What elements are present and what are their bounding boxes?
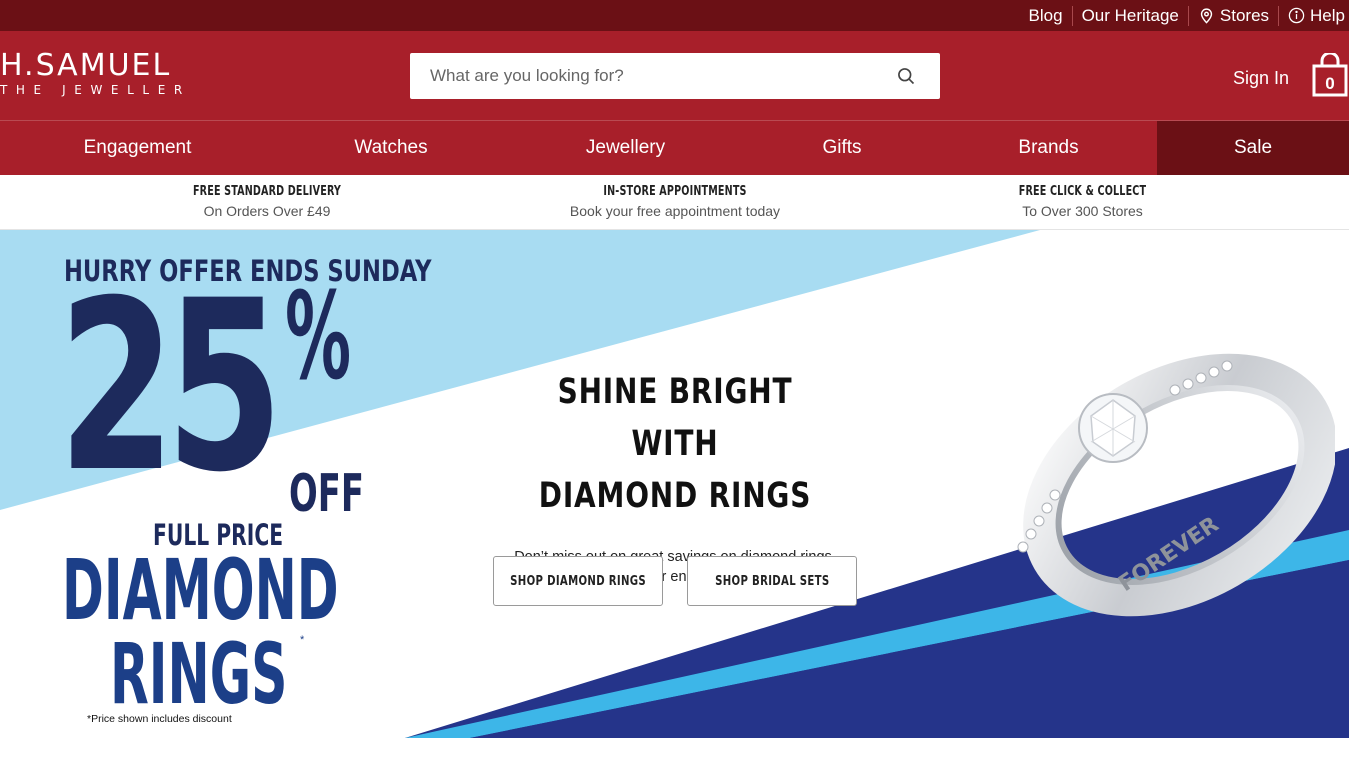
search-bar — [410, 53, 940, 99]
top-utility-bar: Blog Our Heritage Stores Help — [0, 0, 1349, 31]
location-pin-icon — [1200, 8, 1213, 24]
benefit-subtitle: Book your free appointment today — [569, 203, 781, 219]
our-heritage-link-label: Our Heritage — [1081, 5, 1179, 25]
nav-gifts[interactable]: Gifts — [744, 121, 940, 175]
main-navigation: Engagement Watches Jewellery Gifts Brand… — [0, 120, 1349, 175]
hero-headline: SHINE BRIGHT WITH DIAMOND RINGS — [511, 366, 839, 522]
blog-link-label: Blog — [1028, 5, 1063, 25]
site-header: H.SAMUEL THE JEWELLER Sign In 0 — [0, 31, 1349, 120]
benefit-subtitle: To Over 300 Stores — [1022, 203, 1143, 219]
help-link[interactable]: Help — [1279, 6, 1349, 26]
benefit-subtitle: On Orders Over £49 — [203, 203, 331, 219]
promo-off-text: OFF — [289, 464, 364, 524]
bag-count: 0 — [1325, 74, 1335, 93]
shop-bridal-sets-button[interactable]: SHOP BRIDAL SETS — [687, 556, 857, 606]
shop-bridal-sets-label: SHOP BRIDAL SETS — [714, 573, 830, 589]
our-heritage-link[interactable]: Our Heritage — [1073, 6, 1188, 26]
blog-link[interactable]: Blog — [1020, 6, 1072, 26]
benefit-title: FREE STANDARD DELIVERY — [192, 184, 342, 199]
shop-diamond-rings-label: SHOP DIAMOND RINGS — [510, 573, 646, 589]
ring-diamond — [1078, 393, 1148, 463]
promo-diamond: DIAMOND — [62, 541, 339, 639]
utility-links: Blog Our Heritage Stores Help — [1020, 0, 1349, 31]
benefit-delivery[interactable]: FREE STANDARD DELIVERY On Orders Over £4… — [160, 184, 374, 219]
promo-percent-sign: % — [285, 268, 352, 407]
search-icon[interactable] — [896, 66, 916, 86]
hero-banner[interactable]: HURRY OFFER ENDS SUNDAY 25 % OFF FULL PR… — [0, 230, 1349, 738]
benefit-appointments[interactable]: IN-STORE APPOINTMENTS Book your free app… — [555, 184, 795, 219]
diamond-ring-image: FOREVER — [1017, 353, 1335, 617]
shopping-bag-button[interactable]: 0 — [1312, 51, 1348, 97]
nav-brands[interactable]: Brands — [940, 121, 1157, 175]
promo-amount: 25 — [58, 251, 283, 524]
benefits-strip: FREE STANDARD DELIVERY On Orders Over £4… — [0, 175, 1349, 230]
stores-link-label: Stores — [1219, 5, 1270, 25]
stores-link[interactable]: Stores — [1189, 6, 1278, 26]
search-input[interactable] — [430, 54, 900, 98]
promo-asterisk: * — [300, 634, 305, 646]
benefit-title: IN-STORE APPOINTMENTS — [603, 184, 747, 199]
promo-rings: RINGS — [110, 625, 288, 723]
hsamuel-logo[interactable]: H.SAMUEL THE JEWELLER — [0, 51, 191, 97]
nav-jewellery[interactable]: Jewellery — [507, 121, 744, 175]
hero-headline-line1: SHINE BRIGHT WITH — [557, 372, 793, 464]
promo-offer: HURRY OFFER ENDS SUNDAY 25 % OFF FULL PR… — [0, 230, 431, 738]
logo-tagline: THE JEWELLER — [0, 83, 191, 97]
hero-headline-line2: DIAMOND RINGS — [538, 476, 812, 516]
promo-disclaimer: *Price shown includes discount — [87, 713, 232, 725]
info-icon — [1288, 7, 1305, 24]
nav-sale[interactable]: Sale — [1157, 121, 1349, 175]
benefit-click-collect[interactable]: FREE CLICK & COLLECT To Over 300 Stores — [990, 184, 1175, 219]
shop-diamond-rings-button[interactable]: SHOP DIAMOND RINGS — [493, 556, 663, 606]
sign-in-link[interactable]: Sign In — [1233, 68, 1289, 89]
logo-wordmark: H.SAMUEL — [0, 48, 172, 83]
benefit-title: FREE CLICK & COLLECT — [1018, 184, 1147, 199]
hero-copy: SHINE BRIGHT WITH DIAMOND RINGS Don’t mi… — [470, 366, 880, 587]
nav-engagement[interactable]: Engagement — [0, 121, 275, 175]
nav-watches[interactable]: Watches — [275, 121, 507, 175]
help-link-label: Help — [1310, 5, 1345, 25]
